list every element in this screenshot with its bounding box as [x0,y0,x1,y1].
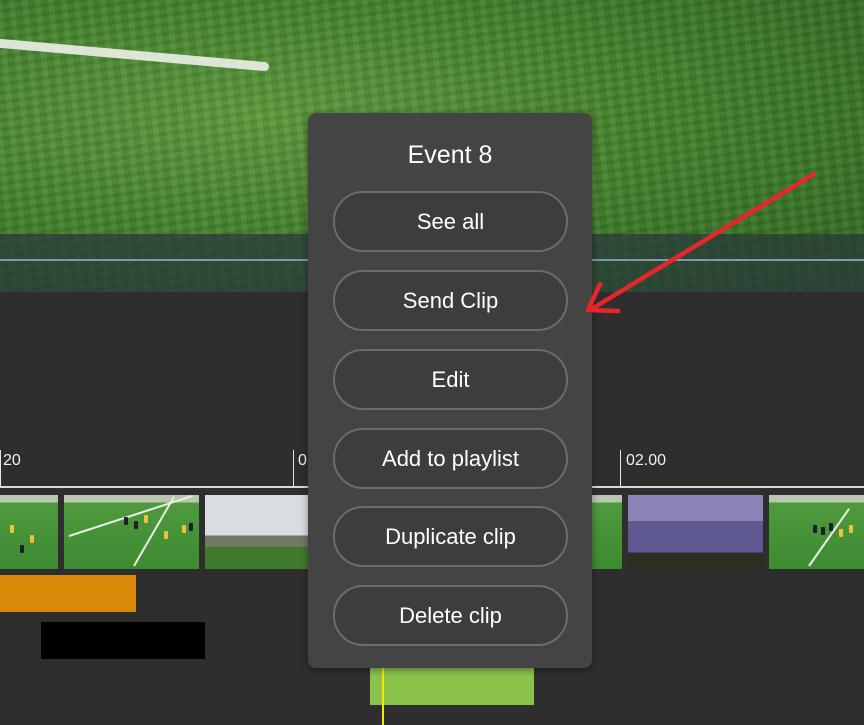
event-context-menu: Event 8 See all Send Clip Edit Add to pl… [308,113,592,668]
send-clip-button[interactable]: Send Clip [333,270,568,331]
clip-thumbnail[interactable] [592,495,622,569]
field-line [0,38,270,72]
see-all-button[interactable]: See all [333,191,568,252]
edit-button[interactable]: Edit [333,349,568,410]
ruler-tick-label: 20 [3,452,21,469]
menu-title: Event 8 [407,141,493,169]
ruler-tick [620,450,621,486]
event-bar-black[interactable] [41,622,205,659]
clip-thumbnail[interactable] [205,495,315,569]
duplicate-clip-button[interactable]: Duplicate clip [333,506,568,567]
clip-thumbnail[interactable] [769,495,864,569]
ruler-tick-label: 0 [298,452,307,469]
delete-clip-button[interactable]: Delete clip [333,585,568,646]
ruler-tick [0,450,1,486]
clip-thumbnail[interactable] [64,495,199,569]
event-bar-green[interactable] [370,667,534,705]
playhead[interactable] [382,667,384,725]
event-bar-orange[interactable] [0,575,136,612]
add-to-playlist-button[interactable]: Add to playlist [333,428,568,489]
clip-thumbnail[interactable] [628,495,763,569]
ruler-tick-label: 02.00 [626,452,667,469]
ruler-tick [293,450,294,486]
clip-thumbnail[interactable] [0,495,58,569]
